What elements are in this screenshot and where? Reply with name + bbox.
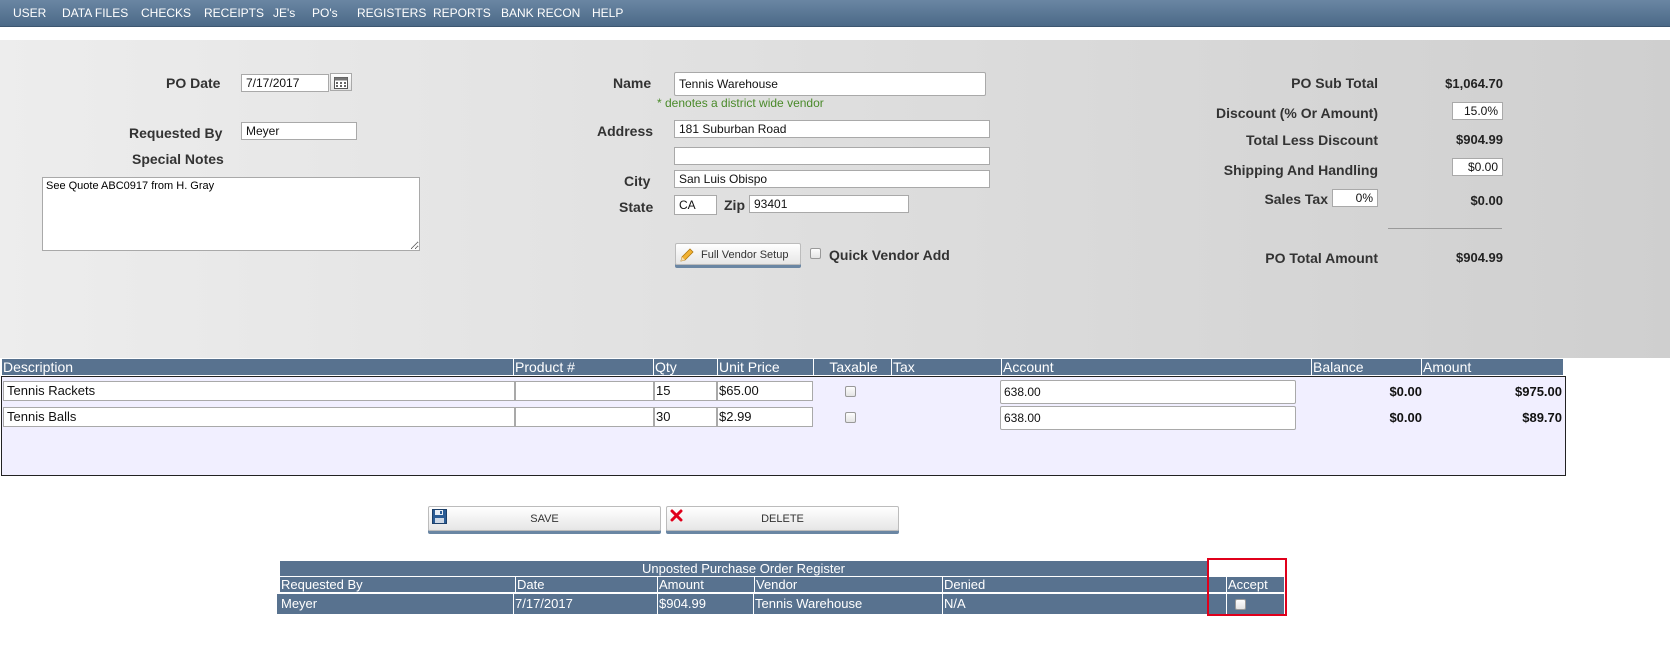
sales-tax-label: Sales Tax xyxy=(1264,191,1328,207)
totals-divider xyxy=(1388,228,1502,229)
district-vendor-note: * denotes a district wide vendor xyxy=(657,96,824,110)
line2-description[interactable]: Tennis Balls xyxy=(3,407,515,427)
po-total-label: PO Total Amount xyxy=(1265,250,1378,266)
shipping-input[interactable] xyxy=(1452,158,1503,176)
reg-col-denied: Denied xyxy=(942,577,986,592)
zip-label: Zip xyxy=(724,197,745,213)
reg-row-amount: $904.99 xyxy=(657,594,706,614)
line1-unit-price[interactable]: $65.00 xyxy=(717,381,813,401)
vendor-name-input[interactable] xyxy=(674,72,986,96)
name-label: Name xyxy=(613,75,652,91)
requested-by-label: Requested By xyxy=(129,125,223,141)
reg-col-amount: Amount xyxy=(657,577,704,592)
po-sub-total-value: $1,064.70 xyxy=(1445,76,1503,91)
col-qty: Qty xyxy=(653,359,677,375)
quick-vendor-add-label: Quick Vendor Add xyxy=(829,247,950,263)
reg-col-date: Date xyxy=(515,577,545,592)
line2-unit-price[interactable]: $2.99 xyxy=(717,407,813,427)
po-date-label: PO Date xyxy=(166,75,221,91)
col-taxable: Taxable xyxy=(813,359,892,375)
sales-tax-rate-input[interactable] xyxy=(1332,189,1378,207)
save-button[interactable]: SAVE xyxy=(428,506,661,531)
pencil-icon xyxy=(680,248,694,262)
save-label: SAVE xyxy=(530,513,559,525)
line2-taxable-checkbox[interactable] xyxy=(845,412,856,423)
line2-product[interactable] xyxy=(515,407,654,427)
state-label: State xyxy=(619,199,654,215)
address-line2-input[interactable] xyxy=(674,147,990,165)
col-tax: Tax xyxy=(891,359,915,375)
zip-input[interactable] xyxy=(749,195,909,213)
line-items-header: Description Product # Qty Unit Price Tax… xyxy=(2,359,1563,375)
reg-col-requested-by: Requested By xyxy=(281,577,363,592)
special-notes-textarea[interactable]: See Quote ABC0917 from H. Gray xyxy=(42,177,420,251)
calendar-button[interactable] xyxy=(330,73,352,91)
register-title: Unposted Purchase Order Register xyxy=(641,561,846,576)
menu-receipts[interactable]: RECEIPTS xyxy=(204,0,264,26)
po-total-value: $904.99 xyxy=(1456,250,1503,265)
city-input[interactable] xyxy=(674,170,990,188)
col-account: Account xyxy=(1001,359,1054,375)
special-notes-label: Special Notes xyxy=(132,151,224,167)
full-vendor-setup-button[interactable]: Full Vendor Setup xyxy=(675,243,801,265)
line1-balance: $0.00 xyxy=(1389,384,1422,399)
reg-row-date: 7/17/2017 xyxy=(513,594,573,614)
quick-vendor-add-checkbox[interactable] xyxy=(810,248,821,259)
col-product: Product # xyxy=(513,359,575,375)
menu-registers[interactable]: REGISTERS xyxy=(357,0,426,26)
line1-amount: $975.00 xyxy=(1515,384,1562,399)
state-input[interactable] xyxy=(674,195,717,215)
line1-taxable-checkbox[interactable] xyxy=(845,386,856,397)
shipping-label: Shipping And Handling xyxy=(1223,162,1378,178)
register-row[interactable]: Meyer 7/17/2017 $904.99 Tennis Warehouse… xyxy=(277,594,1284,614)
top-menu-bar: USER DATA FILES CHECKS RECEIPTS JE's PO'… xyxy=(0,0,1670,27)
reg-row-vendor: Tennis Warehouse xyxy=(753,594,862,614)
line2-balance: $0.00 xyxy=(1389,410,1422,425)
line2-account[interactable]: 638.00 xyxy=(1000,406,1296,430)
menu-reports[interactable]: REPORTS xyxy=(433,0,491,26)
calendar-icon xyxy=(334,77,348,89)
col-unit-price: Unit Price xyxy=(717,359,780,375)
col-description: Description xyxy=(3,359,74,375)
reg-col-vendor: Vendor xyxy=(754,577,798,592)
delete-button[interactable]: DELETE xyxy=(666,506,899,531)
reg-row-requested-by: Meyer xyxy=(281,596,318,611)
menu-bank-recon[interactable]: BANK RECON xyxy=(501,0,580,26)
reg-row-denied: N/A xyxy=(942,594,966,614)
total-less-discount-value: $904.99 xyxy=(1456,132,1503,147)
line2-amount: $89.70 xyxy=(1522,410,1562,425)
menu-help[interactable]: HELP xyxy=(592,0,623,26)
city-label: City xyxy=(624,173,651,189)
menu-checks[interactable]: CHECKS xyxy=(141,0,191,26)
po-date-input[interactable] xyxy=(241,74,329,92)
col-amount: Amount xyxy=(1421,359,1472,375)
register-header-row: Requested By Date Amount Vendor Denied A… xyxy=(280,577,1284,592)
register-title-bar: Unposted Purchase Order Register xyxy=(280,561,1207,576)
requested-by-input[interactable] xyxy=(241,122,357,140)
line1-product[interactable] xyxy=(515,381,654,401)
po-sub-total-label: PO Sub Total xyxy=(1291,75,1378,91)
col-balance: Balance xyxy=(1311,359,1364,375)
total-less-discount-label: Total Less Discount xyxy=(1246,132,1378,148)
accept-column-highlight xyxy=(1207,558,1287,616)
discount-label: Discount (% Or Amount) xyxy=(1215,105,1378,121)
address-line1-input[interactable] xyxy=(674,120,990,138)
menu-pos[interactable]: PO's xyxy=(312,0,338,26)
address-label: Address xyxy=(597,123,654,139)
discount-input[interactable] xyxy=(1452,102,1503,120)
menu-jes[interactable]: JE's xyxy=(273,0,295,26)
line1-description[interactable]: Tennis Rackets xyxy=(3,381,515,401)
menu-data-files[interactable]: DATA FILES xyxy=(62,0,128,26)
line2-qty[interactable]: 30 xyxy=(654,407,717,427)
sales-tax-value: $0.00 xyxy=(1470,193,1503,208)
full-vendor-setup-label: Full Vendor Setup xyxy=(701,249,789,261)
menu-user[interactable]: USER xyxy=(13,0,46,26)
line1-account[interactable]: 638.00 xyxy=(1000,380,1296,404)
delete-label: DELETE xyxy=(761,513,804,525)
line1-qty[interactable]: 15 xyxy=(654,381,717,401)
